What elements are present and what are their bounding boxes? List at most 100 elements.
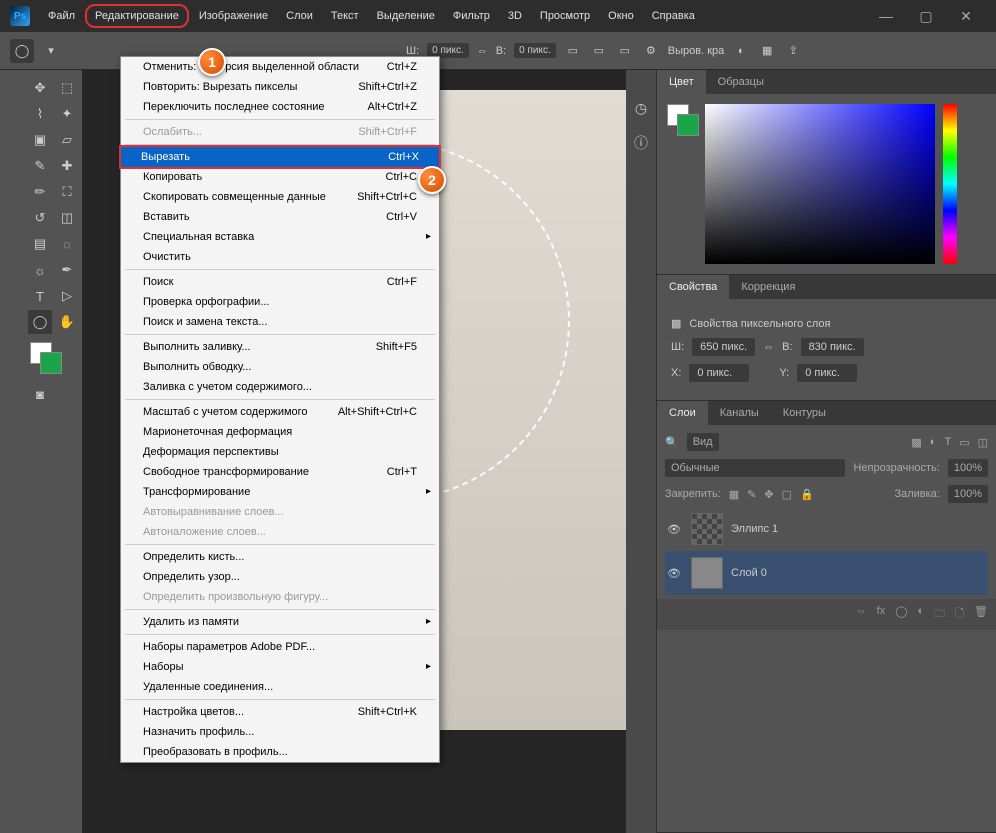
layer-row[interactable]: 👁 Эллипс 1 xyxy=(665,507,988,551)
minimize-button[interactable]: — xyxy=(866,8,906,24)
lock-all-icon[interactable]: 🔒 xyxy=(800,488,814,501)
maximize-button[interactable]: ▢ xyxy=(906,8,946,25)
menu-редактирование[interactable]: Редактирование xyxy=(85,4,189,28)
menu-item[interactable]: Удаленные соединения... xyxy=(121,677,439,697)
stamp-tool[interactable]: ⛶ xyxy=(55,180,79,204)
menu-изображение[interactable]: Изображение xyxy=(191,4,276,28)
menu-item[interactable]: ВставитьCtrl+V xyxy=(121,207,439,227)
group-icon[interactable]: 🗀 xyxy=(934,605,945,624)
pen-tool[interactable]: ✒ xyxy=(55,258,79,282)
opacity-input[interactable]: 100% xyxy=(948,459,988,477)
fg-bg-swatch[interactable] xyxy=(667,104,697,134)
prop-y-value[interactable]: 0 пикс. xyxy=(797,364,857,382)
delete-icon[interactable]: 🗑 xyxy=(974,605,988,624)
menu-item[interactable]: Проверка орфографии... xyxy=(121,292,439,312)
menu-item[interactable]: Определить узор... xyxy=(121,567,439,587)
blur-tool[interactable]: ◌ xyxy=(55,232,79,256)
menu-item[interactable]: Масштаб с учетом содержимогоAlt+Shift+Ct… xyxy=(121,402,439,422)
visibility-icon[interactable]: 👁 xyxy=(667,567,683,580)
filter-smart-icon[interactable]: ◫ xyxy=(978,436,988,449)
mask-icon[interactable]: ◯ xyxy=(895,605,907,624)
heal-tool[interactable]: ✚ xyxy=(55,154,79,178)
link-icon[interactable]: ⇔ xyxy=(763,341,774,353)
menu-item[interactable]: Определить кисть... xyxy=(121,547,439,567)
align-left-icon[interactable]: ▭ xyxy=(564,42,582,60)
align-center-icon[interactable]: ▭ xyxy=(590,42,608,60)
pixel-mode-icon[interactable]: ▦ xyxy=(758,42,776,60)
menu-выделение[interactable]: Выделение xyxy=(369,4,443,28)
filter-pixel-icon[interactable]: ▩ xyxy=(911,436,921,449)
fill-input[interactable]: 100% xyxy=(948,485,988,503)
menu-слои[interactable]: Слои xyxy=(278,4,321,28)
tab-channels[interactable]: Каналы xyxy=(708,401,771,425)
tab-adjustments[interactable]: Коррекция xyxy=(729,275,807,299)
menu-item[interactable]: Поиск и замена текста... xyxy=(121,312,439,332)
dodge-tool[interactable]: ☼ xyxy=(28,258,52,282)
tab-layers[interactable]: Слои xyxy=(657,401,708,425)
prop-x-value[interactable]: 0 пикс. xyxy=(689,364,749,382)
mask-icon[interactable]: ◐ xyxy=(732,42,750,60)
lock-transparency-icon[interactable]: ▦ xyxy=(729,488,739,501)
menu-item[interactable]: Отменить: Инверсия выделенной областиCtr… xyxy=(121,57,439,77)
menu-item[interactable]: Деформация перспективы xyxy=(121,442,439,462)
layer-name[interactable]: Слой 0 xyxy=(731,567,767,579)
menu-item[interactable]: Наборы параметров Adobe PDF... xyxy=(121,637,439,657)
hand-tool[interactable]: ✋ xyxy=(55,310,79,334)
type-tool[interactable]: T xyxy=(28,284,52,308)
info-icon[interactable]: ⓘ xyxy=(634,133,648,153)
menu-item[interactable]: Заливка с учетом содержимого... xyxy=(121,377,439,397)
menu-item[interactable]: Выполнить обводку... xyxy=(121,357,439,377)
menu-item[interactable]: Удалить из памяти xyxy=(121,612,439,632)
menu-текст[interactable]: Текст xyxy=(323,4,367,28)
filter-type-icon[interactable]: T xyxy=(944,436,951,448)
color-swatches[interactable] xyxy=(28,336,80,380)
eyedropper-tool[interactable]: ✎ xyxy=(28,154,52,178)
menu-item[interactable]: КопироватьCtrl+C xyxy=(121,167,439,187)
menu-фильтр[interactable]: Фильтр xyxy=(445,4,498,28)
history-icon[interactable]: ◷ xyxy=(635,100,647,117)
eraser-tool[interactable]: ◫ xyxy=(55,206,79,230)
link-icon[interactable]: ⇔ xyxy=(477,45,488,57)
blend-mode-select[interactable]: Обычные xyxy=(665,459,845,477)
gradient-tool[interactable]: ▤ xyxy=(28,232,52,256)
menu-item[interactable]: ПоискCtrl+F xyxy=(121,272,439,292)
menu-item[interactable]: Настройка цветов...Shift+Ctrl+K xyxy=(121,702,439,722)
path-ops-icon[interactable]: ▭ xyxy=(616,42,634,60)
menu-item[interactable]: Наборы xyxy=(121,657,439,677)
menu-item[interactable]: Повторить: Вырезать пикселыShift+Ctrl+Z xyxy=(121,77,439,97)
menu-item[interactable]: ВырезатьCtrl+X xyxy=(119,145,441,169)
lock-paint-icon[interactable]: ✎ xyxy=(747,488,756,501)
path-select-tool[interactable]: ▷ xyxy=(55,284,79,308)
menu-окно[interactable]: Окно xyxy=(600,4,642,28)
close-button[interactable]: ✕ xyxy=(946,8,986,25)
lasso-tool[interactable]: ⌇ xyxy=(28,102,52,126)
new-layer-icon[interactable]: 🗋 xyxy=(955,605,964,624)
menu-item[interactable]: Переключить последнее состояниеAlt+Ctrl+… xyxy=(121,97,439,117)
link-layers-icon[interactable]: ⇔ xyxy=(856,605,867,624)
gear-icon[interactable]: ⚙ xyxy=(642,42,660,60)
frame-tool[interactable]: ▱ xyxy=(55,128,79,152)
share-icon[interactable]: ⇪ xyxy=(784,42,802,60)
ellipse-tool-icon[interactable]: ◯ xyxy=(10,39,34,63)
quick-select-tool[interactable]: ✦ xyxy=(55,102,79,126)
lock-position-icon[interactable]: ✥ xyxy=(764,488,773,501)
search-icon[interactable]: 🔍 xyxy=(665,436,679,449)
tab-color[interactable]: Цвет xyxy=(657,70,706,94)
prop-w-value[interactable]: 650 пикс. xyxy=(692,338,755,356)
move-tool[interactable]: ✥ xyxy=(28,76,52,100)
hue-slider[interactable] xyxy=(943,104,957,264)
menu-item[interactable]: Скопировать совмещенные данныеShift+Ctrl… xyxy=(121,187,439,207)
menu-item[interactable]: Свободное трансформированиеCtrl+T xyxy=(121,462,439,482)
menu-3d[interactable]: 3D xyxy=(500,4,530,28)
filter-shape-icon[interactable]: ▭ xyxy=(959,436,969,449)
shape-tool[interactable]: ◯ xyxy=(28,310,52,334)
brush-tool[interactable]: ✏ xyxy=(28,180,52,204)
adjustment-icon[interactable]: ◐ xyxy=(918,605,925,624)
crop-tool[interactable]: ▣ xyxy=(28,128,52,152)
quick-mask-icon[interactable]: ◙ xyxy=(28,382,52,406)
history-brush-tool[interactable]: ↺ xyxy=(28,206,52,230)
tab-paths[interactable]: Контуры xyxy=(771,401,838,425)
menu-справка[interactable]: Справка xyxy=(644,4,703,28)
tab-swatches[interactable]: Образцы xyxy=(706,70,776,94)
prop-h-value[interactable]: 830 пикс. xyxy=(801,338,864,356)
